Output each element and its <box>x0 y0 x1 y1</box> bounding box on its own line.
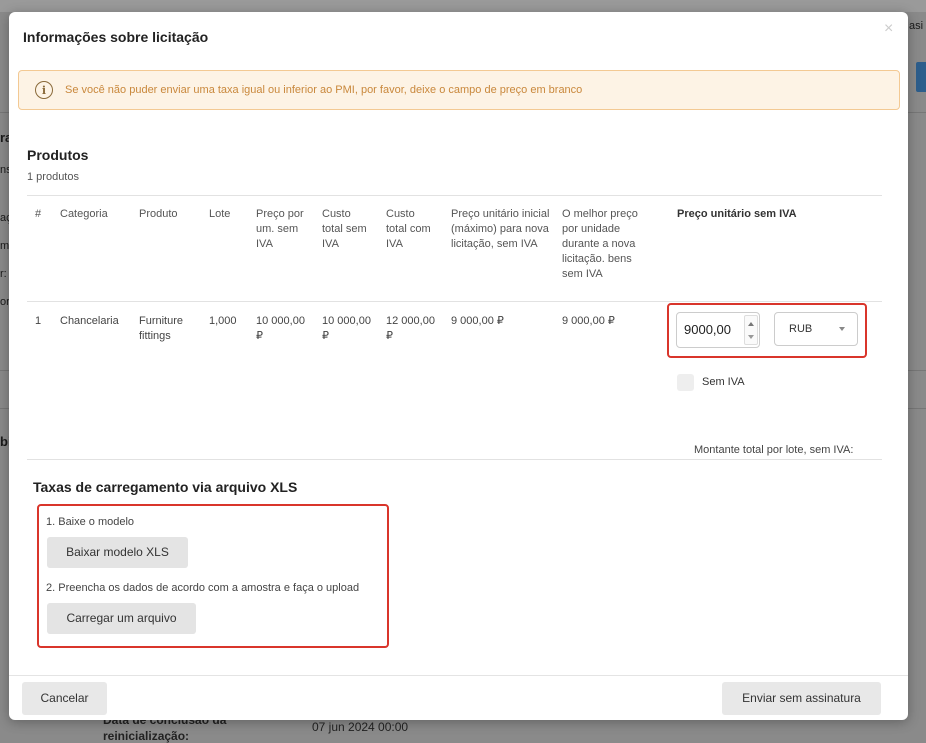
products-count: 1 produtos <box>27 171 79 183</box>
cell-total-vat: 12 000,00 ₽ <box>386 315 435 342</box>
products-title: Produtos <box>27 147 89 163</box>
cancel-button[interactable]: Cancelar <box>22 682 107 715</box>
header-category: Categoria <box>60 208 108 220</box>
header-initial-price: Preço unitário inicial (máximo) para nov… <box>451 208 550 250</box>
stepper-up-icon[interactable] <box>748 322 754 326</box>
header-total-no-vat: Custo total sem IVA <box>322 208 367 250</box>
currency-value: RUB <box>789 323 813 335</box>
currency-select[interactable]: RUB <box>774 312 858 346</box>
header-total-vat: Custo total com IVA <box>386 208 431 250</box>
close-icon[interactable]: × <box>884 21 898 37</box>
background-header <box>0 0 926 12</box>
bid-info-modal: Informações sobre licitação × i Se você … <box>9 12 908 720</box>
header-best-price: O melhor preço por unidade durante a nov… <box>562 208 638 280</box>
background-text: r: <box>0 268 7 280</box>
download-template-button[interactable]: Baixar modelo XLS <box>47 537 188 568</box>
no-vat-label: Sem IVA <box>702 376 745 388</box>
cell-unit-price: 10 000,00 ₽ <box>256 315 305 342</box>
cell-initial-price: 9 000,00 ₽ <box>451 315 504 327</box>
header-product: Produto <box>139 208 178 220</box>
background-button <box>916 62 926 92</box>
header-num: # <box>35 208 42 220</box>
cell-product: Furniture fittings <box>139 315 184 342</box>
header-lot: Lote <box>209 208 231 220</box>
section-divider <box>27 459 882 460</box>
warning-alert: i Se você não puder enviar uma taxa igua… <box>18 70 900 110</box>
price-stepper[interactable] <box>744 315 758 345</box>
info-icon: i <box>35 81 53 99</box>
background-text: asi <box>909 20 924 32</box>
modal-title: Informações sobre licitação <box>23 29 209 45</box>
header-unit-price: Preço por um. sem IVA <box>256 208 304 250</box>
upload-step-2: 2. Preencha os dados de acordo com a amo… <box>46 582 360 594</box>
background-footer-date: 07 jun 2024 00:00 <box>312 720 409 734</box>
footer-divider <box>9 675 908 676</box>
table-top-border <box>27 195 882 196</box>
stepper-down-icon[interactable] <box>748 335 754 339</box>
upload-file-button[interactable]: Carregar um arquivo <box>47 603 196 634</box>
table-header-border <box>27 301 882 302</box>
cell-num: 1 <box>35 315 42 327</box>
upload-title: Taxas de carregamento via arquivo XLS <box>33 479 298 495</box>
alert-text: Se você não puder enviar uma taxa igual … <box>65 84 583 96</box>
no-vat-checkbox[interactable] <box>677 374 694 391</box>
upload-step-1: 1. Baixe o modelo <box>46 516 135 528</box>
cell-category: Chancelaria <box>60 315 119 327</box>
cell-best-price: 9 000,00 ₽ <box>562 315 615 327</box>
send-without-signature-button[interactable]: Enviar sem assinatura <box>722 682 881 715</box>
chevron-down-icon <box>839 327 845 331</box>
cell-total-no-vat: 10 000,00 ₽ <box>322 315 371 342</box>
header-unit-no-vat: Preço unitário sem IVA <box>677 208 797 220</box>
total-label: Montante total por lote, sem IVA: <box>694 444 854 456</box>
cell-lot: 1,000 <box>209 315 237 327</box>
